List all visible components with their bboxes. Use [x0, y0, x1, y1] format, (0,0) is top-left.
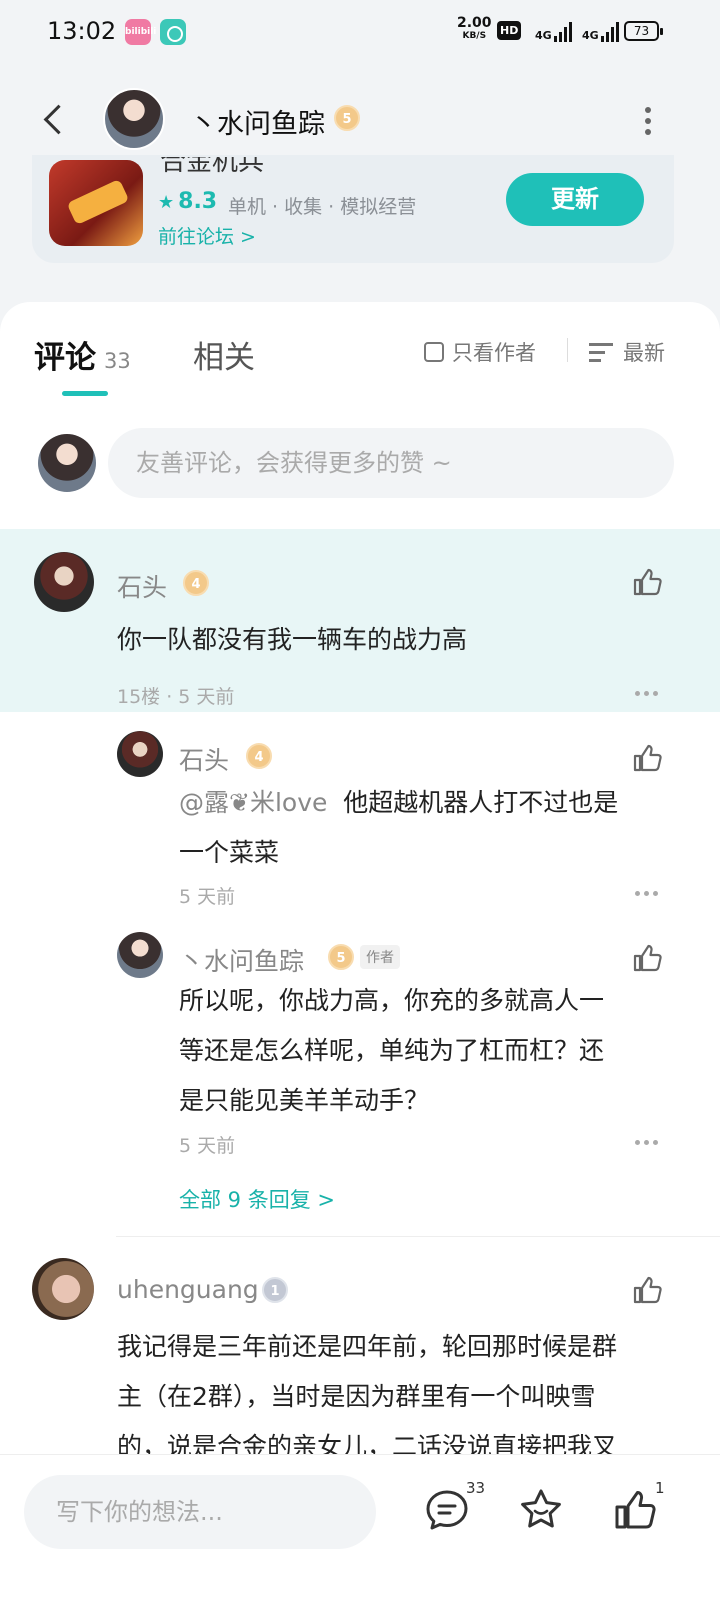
- more-horizontal-icon[interactable]: [635, 1137, 661, 1147]
- level-badge: 5: [328, 944, 354, 970]
- comment-count: 33: [466, 1479, 486, 1497]
- tab-comments-count: 33: [104, 349, 131, 373]
- like-icon[interactable]: [631, 942, 663, 974]
- author-tag: 作者: [360, 945, 400, 969]
- like-icon[interactable]: [631, 742, 663, 774]
- active-tab-indicator: [62, 391, 108, 396]
- reply-text-line-1: 所以呢，你战力高，你充的多就高人一: [179, 986, 605, 1015]
- reply-text: @露❦米love 他超越机器人打不过也是 一个菜菜: [179, 778, 659, 878]
- comment-text: 我记得是三年前还是四年前，轮回那时候是群 主（在2群），当时是因为群里有一个叫映…: [117, 1322, 677, 1472]
- network-speed-value: 2.00: [457, 15, 492, 31]
- tab-comments[interactable]: 评论 33: [34, 332, 131, 377]
- comment-user-name[interactable]: uhenguang: [117, 1275, 259, 1304]
- like-icon[interactable]: [631, 566, 663, 598]
- comment-text-line-1: 我记得是三年前还是四年前，轮回那时候是群: [117, 1332, 618, 1361]
- checkbox-icon[interactable]: [424, 342, 444, 362]
- like-icon[interactable]: [612, 1487, 658, 1533]
- bottom-bar: 写下你的想法... 33 1: [0, 1454, 720, 1600]
- bilibili-icon: bilibili: [125, 19, 156, 45]
- reply-user-name[interactable]: 石头: [179, 741, 229, 777]
- game-icon[interactable]: [49, 160, 143, 246]
- level-badge: 5: [334, 105, 360, 131]
- comment-meta: 15楼 · 5 天前: [117, 686, 235, 708]
- page-title[interactable]: 丶水问鱼踪: [190, 102, 325, 141]
- game-card[interactable]: 合金机兵 ★ 8.3 单机 · 收集 · 模拟经营 前往论坛 > 更新: [32, 155, 674, 263]
- hd-icon: HD: [497, 21, 522, 40]
- tab-related[interactable]: 相关: [193, 332, 255, 377]
- level-badge: 4: [183, 570, 209, 596]
- author-avatar[interactable]: [103, 88, 165, 150]
- reply-input[interactable]: 写下你的想法...: [24, 1475, 376, 1549]
- level-badge: 4: [246, 743, 272, 769]
- view-all-replies-link[interactable]: 全部 9 条回复 >: [179, 1184, 335, 1214]
- sort-icon: [589, 342, 615, 362]
- message-app-icon: [160, 19, 186, 45]
- network-speed: 2.00 KB/S: [457, 15, 492, 43]
- comment-icon[interactable]: [424, 1487, 470, 1533]
- status-bar: 13:02 bilibili 2.00 KB/S HD 4G 4G 73: [0, 0, 720, 64]
- avatar[interactable]: [32, 1258, 94, 1320]
- update-button[interactable]: 更新: [506, 173, 644, 226]
- divider: [116, 1236, 720, 1237]
- comment-text: 你一队都没有我一辆车的战力高: [117, 625, 468, 654]
- reply-user-name[interactable]: 丶水问鱼踪: [179, 942, 304, 978]
- comment-sheet: 评论 33 相关 只看作者 最新 友善评论，会获得更多的赞 ~ 石头 4 你一队都…: [0, 302, 720, 1462]
- signal-icon-2: 4G: [582, 18, 619, 42]
- mention-link[interactable]: @露❦米love: [179, 788, 327, 817]
- only-author-label: 只看作者: [452, 341, 536, 365]
- forum-link[interactable]: 前往论坛 >: [158, 222, 256, 249]
- comment-text-line-2: 主（在2群），当时是因为群里有一个叫映雪: [117, 1382, 596, 1411]
- network-type-1: 4G: [535, 29, 552, 42]
- sort-button[interactable]: 最新: [589, 337, 665, 367]
- network-speed-unit: KB/S: [462, 31, 487, 41]
- reply-text-line-2: 等还是怎么样呢，单纯为了杠而杠？还: [179, 1036, 605, 1065]
- back-arrow-icon[interactable]: [40, 102, 66, 138]
- tab-comments-label: 评论: [34, 340, 96, 376]
- favorite-star-icon[interactable]: [518, 1487, 564, 1533]
- level-badge: 1: [262, 1277, 288, 1303]
- comment-input[interactable]: 友善评论，会获得更多的赞 ~: [108, 428, 674, 498]
- like-icon[interactable]: [631, 1274, 663, 1306]
- more-vertical-icon[interactable]: [640, 104, 656, 138]
- more-horizontal-icon[interactable]: [635, 688, 661, 698]
- like-count: 1: [655, 1479, 665, 1497]
- star-icon: ★: [158, 192, 175, 213]
- game-tags: 单机 · 收集 · 模拟经营: [228, 196, 417, 218]
- game-title: 合金机兵: [160, 157, 265, 177]
- game-rating: ★ 8.3: [158, 189, 218, 214]
- sort-label: 最新: [623, 341, 665, 365]
- reply-text: 所以呢，你战力高，你充的多就高人一 等还是怎么样呢，单纯为了杠而杠？还 是只能见…: [179, 976, 659, 1126]
- my-avatar: [38, 434, 96, 492]
- status-time: 13:02: [47, 17, 117, 45]
- avatar[interactable]: [34, 552, 94, 612]
- battery-icon: 73: [624, 21, 663, 41]
- signal-icon-1: 4G: [535, 18, 572, 42]
- more-horizontal-icon[interactable]: [635, 888, 661, 898]
- avatar[interactable]: [117, 731, 163, 777]
- network-type-2: 4G: [582, 29, 599, 42]
- avatar[interactable]: [117, 932, 163, 978]
- reply-meta: 5 天前: [179, 886, 236, 908]
- reply-text-line-1: 他超越机器人打不过也是: [343, 788, 619, 817]
- divider: [567, 338, 568, 362]
- reply-meta: 5 天前: [179, 1135, 236, 1157]
- comment-user-name[interactable]: 石头: [117, 568, 167, 604]
- reply-text-line-3: 是只能见美羊羊动手？: [179, 1086, 430, 1115]
- reply-text-line-2: 一个菜菜: [179, 838, 280, 867]
- only-author-toggle[interactable]: 只看作者: [424, 337, 536, 367]
